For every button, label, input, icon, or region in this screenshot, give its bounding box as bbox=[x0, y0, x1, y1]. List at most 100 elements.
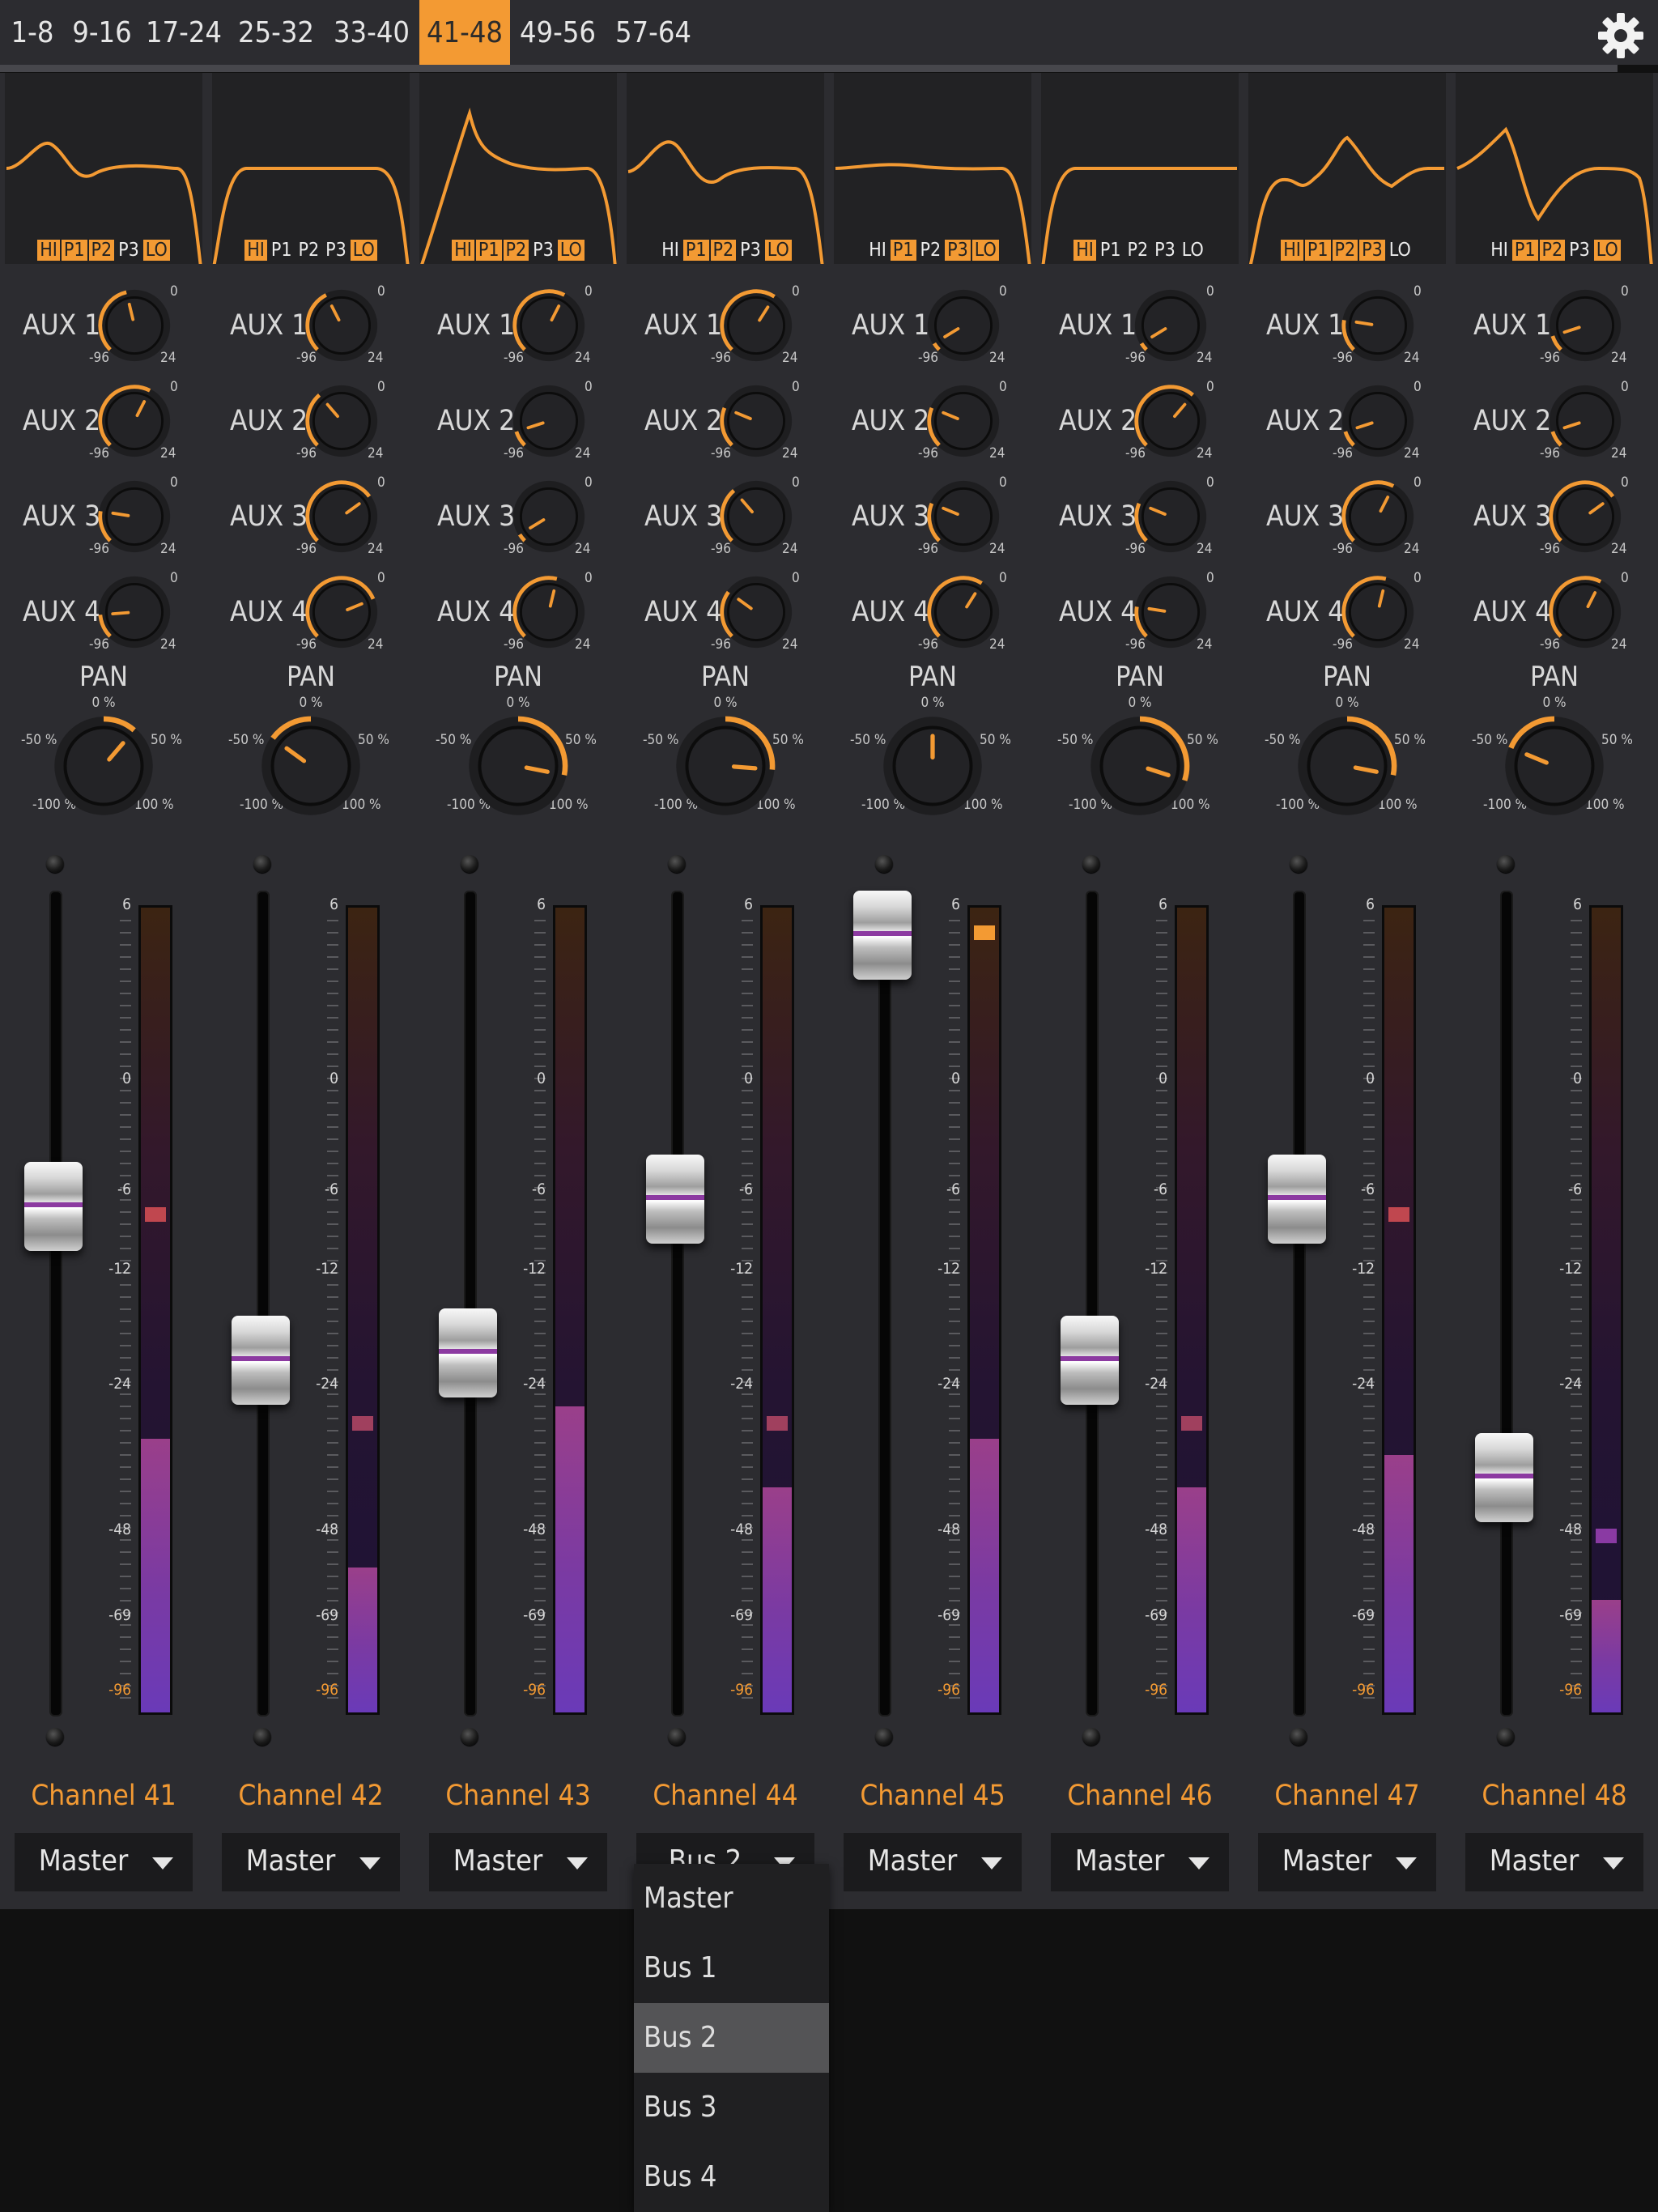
scale-tick bbox=[1156, 1478, 1167, 1480]
fader-handle[interactable] bbox=[439, 1308, 497, 1398]
menu-item-bus-3[interactable]: Bus 3 bbox=[634, 2073, 829, 2142]
aux-row: AUX 2 -96 24 0 bbox=[1244, 379, 1451, 468]
menu-item-bus-2[interactable]: Bus 2 bbox=[634, 2003, 829, 2073]
scale-tick bbox=[534, 1017, 546, 1019]
eq-display[interactable]: HI P1 P2 P3 LO bbox=[212, 73, 410, 264]
tab-9-16[interactable]: 9-16 bbox=[65, 0, 139, 65]
output-select[interactable]: Master bbox=[844, 1833, 1022, 1891]
eq-band-p2: P2 bbox=[298, 240, 320, 261]
eq-display[interactable]: HI P1 P2 P3 LO bbox=[834, 73, 1031, 264]
pan-knob[interactable] bbox=[1086, 713, 1193, 819]
tab-33-40[interactable]: 33-40 bbox=[324, 0, 419, 65]
meter-scale: 6 0 -6 -12 -24 -48 -69 -96 bbox=[1137, 895, 1167, 1713]
fader-handle[interactable] bbox=[1475, 1433, 1533, 1523]
knob-icon[interactable] bbox=[1294, 713, 1401, 819]
menu-item-bus-1[interactable]: Bus 1 bbox=[634, 1933, 829, 2003]
scale-tick bbox=[1571, 1539, 1582, 1541]
tab-41-48[interactable]: 41-48 bbox=[419, 0, 510, 65]
top-divider bbox=[0, 65, 1618, 72]
eq-display[interactable]: HI P1 P2 P3 LO bbox=[5, 73, 202, 264]
pan-knob[interactable] bbox=[50, 713, 157, 819]
scale-tick bbox=[1156, 1163, 1167, 1164]
scale-tick bbox=[327, 1563, 338, 1565]
aux-label: AUX 3 bbox=[1059, 500, 1137, 533]
scale-tick bbox=[1571, 932, 1582, 934]
knob-icon[interactable] bbox=[879, 713, 986, 819]
fader-track[interactable] bbox=[1293, 891, 1306, 1716]
output-select[interactable]: Master bbox=[222, 1833, 400, 1891]
scale-tick bbox=[949, 1199, 960, 1201]
knob-zero-label: 0 bbox=[377, 379, 385, 395]
knob-icon[interactable] bbox=[1086, 713, 1193, 819]
knob-zero-label: 0 bbox=[1206, 570, 1214, 586]
eq-curve bbox=[1041, 167, 1237, 264]
scale-tick bbox=[1363, 1369, 1375, 1371]
knob-icon[interactable] bbox=[257, 713, 364, 819]
scale-tick bbox=[327, 1600, 338, 1602]
fader-handle[interactable] bbox=[646, 1155, 704, 1244]
output-select[interactable]: Master bbox=[1051, 1833, 1229, 1891]
scale-tick bbox=[534, 1491, 546, 1492]
scale-tick bbox=[327, 1053, 338, 1055]
pan-knob[interactable] bbox=[465, 713, 572, 819]
tab-17-24[interactable]: 17-24 bbox=[139, 0, 228, 65]
scale-tick bbox=[534, 1041, 546, 1043]
eq-display[interactable]: HI P1 P2 P3 LO bbox=[419, 73, 617, 264]
scale-label: -12 bbox=[316, 1260, 338, 1278]
output-select[interactable]: Master bbox=[15, 1833, 193, 1891]
fader-track[interactable] bbox=[464, 891, 477, 1716]
fader-handle[interactable] bbox=[232, 1316, 290, 1406]
scale-tick bbox=[120, 1357, 131, 1359]
fader-track[interactable] bbox=[1500, 891, 1513, 1716]
scale-tick bbox=[1571, 920, 1582, 921]
knob-min-label: -96 bbox=[296, 636, 317, 653]
pan-knob[interactable] bbox=[879, 713, 986, 819]
output-select[interactable]: Master bbox=[1258, 1833, 1436, 1891]
tab-49-56[interactable]: 49-56 bbox=[510, 0, 606, 65]
scale-tick bbox=[534, 968, 546, 970]
output-select[interactable]: Master bbox=[1465, 1833, 1643, 1891]
fader-track[interactable] bbox=[1086, 891, 1099, 1716]
scale-tick bbox=[327, 1151, 338, 1152]
fader-handle[interactable] bbox=[1268, 1155, 1326, 1244]
fader-track[interactable] bbox=[257, 891, 270, 1716]
menu-item-master[interactable]: Master bbox=[634, 1864, 829, 1933]
gear-icon[interactable] bbox=[1595, 10, 1647, 62]
fader-handle[interactable] bbox=[1061, 1316, 1119, 1406]
pan-knob[interactable] bbox=[257, 713, 364, 819]
scale-tick bbox=[949, 1624, 960, 1626]
scale-label: -48 bbox=[730, 1521, 753, 1538]
scale-tick bbox=[120, 1223, 131, 1225]
knob-icon[interactable] bbox=[465, 713, 572, 819]
scale-tick bbox=[1156, 1345, 1167, 1346]
knob-min-label: -96 bbox=[89, 445, 109, 462]
scale-tick bbox=[1363, 1563, 1375, 1565]
tab-1-8[interactable]: 1-8 bbox=[0, 0, 65, 65]
aux-row: AUX 3 -96 24 0 bbox=[622, 474, 829, 564]
fader-track[interactable] bbox=[671, 891, 684, 1716]
pan-knob[interactable] bbox=[1294, 713, 1401, 819]
fader-handle[interactable] bbox=[853, 891, 912, 980]
knob-icon[interactable] bbox=[1501, 713, 1608, 819]
pan-knob[interactable] bbox=[672, 713, 779, 819]
eq-band-p1: P1 bbox=[682, 240, 709, 261]
fader-handle[interactable] bbox=[24, 1162, 83, 1252]
knob-icon[interactable] bbox=[672, 713, 779, 819]
knob-icon[interactable] bbox=[50, 713, 157, 819]
tab-25-32[interactable]: 25-32 bbox=[228, 0, 324, 65]
scale-tick bbox=[1363, 1466, 1375, 1468]
eq-display[interactable]: HI P1 P2 P3 LO bbox=[1248, 73, 1446, 264]
scale-tick bbox=[534, 1418, 546, 1419]
eq-display[interactable]: HI P1 P2 P3 LO bbox=[1041, 73, 1239, 264]
fader-track[interactable] bbox=[878, 891, 891, 1716]
eq-display[interactable]: HI P1 P2 P3 LO bbox=[627, 73, 824, 264]
menu-item-bus-4[interactable]: Bus 4 bbox=[634, 2142, 829, 2212]
tab-57-64[interactable]: 57-64 bbox=[606, 0, 701, 65]
scale-tick bbox=[1571, 1066, 1582, 1067]
aux-label: AUX 1 bbox=[1059, 309, 1137, 342]
pan-knob[interactable] bbox=[1501, 713, 1608, 819]
scale-tick bbox=[949, 1151, 960, 1152]
fader-track[interactable] bbox=[49, 891, 62, 1716]
eq-display[interactable]: HI P1 P2 P3 LO bbox=[1456, 73, 1653, 264]
output-select[interactable]: Master bbox=[429, 1833, 607, 1891]
